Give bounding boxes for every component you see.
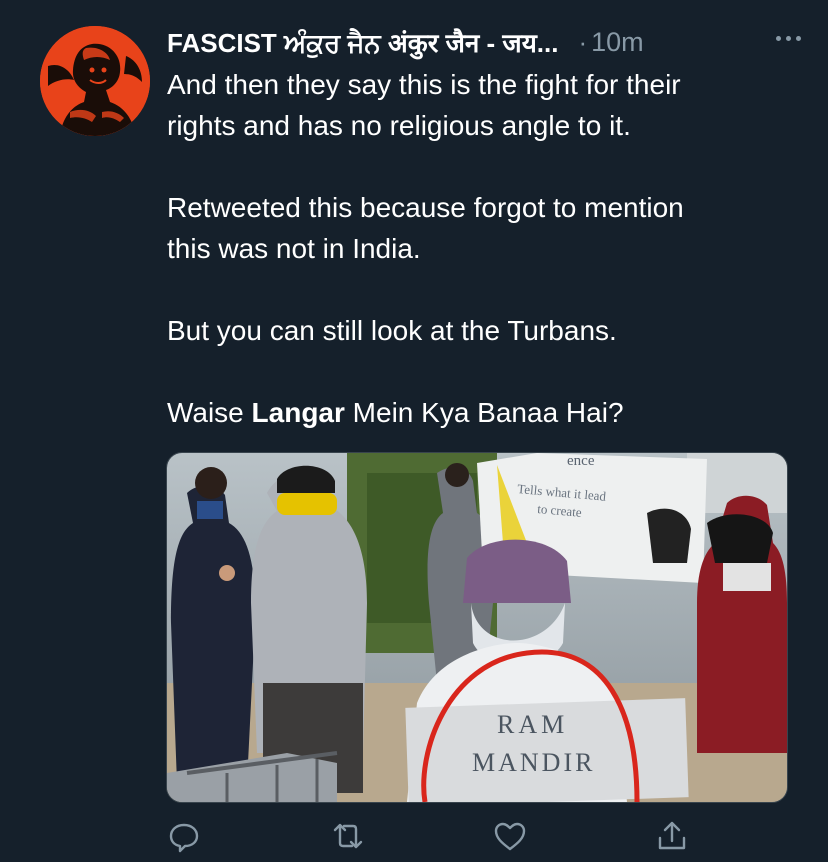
tweet-header: FASCIST ਅੰਕੁਰ ਜੈਨ अंकुर जैन - जय... · 10…	[167, 22, 807, 62]
separator-dot: ·	[578, 26, 588, 57]
tweet-timestamp[interactable]: 10m	[591, 27, 644, 58]
tweet-media-image[interactable]: ence Tells what it lead to create RAM MA…	[166, 452, 788, 803]
like-icon[interactable]	[492, 818, 528, 854]
tweet-line: this was not in India.	[167, 233, 421, 264]
more-options-icon[interactable]	[776, 36, 801, 41]
tweet-last-line: Waise Langar Mein Kya Banaa Hai?	[167, 392, 807, 433]
protest-photo: ence Tells what it lead to create RAM MA…	[167, 453, 787, 802]
sign-text-line1: RAM	[497, 710, 568, 739]
reply-icon[interactable]	[166, 818, 202, 854]
tweet-line: Retweeted this because forgot to mention	[167, 192, 684, 223]
share-icon[interactable]	[654, 818, 690, 854]
sign-text-line2: MANDIR	[472, 748, 595, 777]
tweet-text: And then they say this is the fight for …	[167, 64, 807, 433]
tweet-line: And then they say this is the fight for …	[167, 69, 681, 100]
author-name[interactable]: FASCIST ਅੰਕੁਰ ਜੈਨ अंकुर जैन - जय...	[167, 24, 558, 60]
tweet-text-segment: Mein Kya Banaa Hai?	[344, 397, 624, 428]
tweet-text-segment: Waise	[167, 397, 252, 428]
tweet-actions	[166, 818, 706, 854]
tweet-line: rights and has no religious angle to it.	[167, 110, 631, 141]
avatar[interactable]	[40, 26, 150, 136]
retweet-icon[interactable]	[330, 818, 366, 854]
tweet-bold-word: Langar	[251, 397, 345, 428]
hanuman-avatar-art	[40, 26, 150, 136]
tweet-line: But you can still look at the Turbans.	[167, 315, 617, 346]
placard-text: ence	[567, 453, 595, 469]
